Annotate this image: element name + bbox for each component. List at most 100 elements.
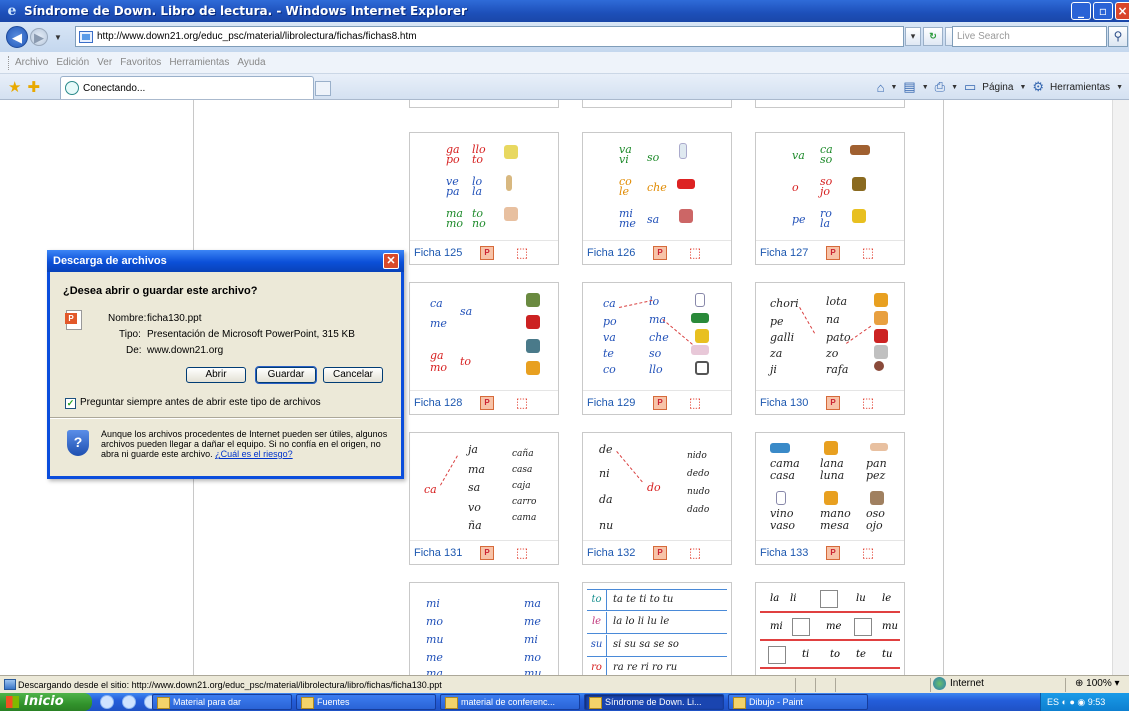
card-label[interactable]: Ficha 131 [414,547,480,559]
card-label[interactable]: Ficha 127 [760,247,826,259]
tray-icons[interactable]: ◐ ● ◉ [1062,697,1088,707]
card-ficha-136[interactable]: la li lu le mi me mu ti to te tu [755,582,905,675]
card-image[interactable]: cama casa lana luna pan pez vino vaso ma… [756,433,904,540]
menu-ayuda[interactable]: Ayuda [237,57,265,68]
card-label[interactable]: Ficha 125 [414,247,480,259]
pdf-download-icon[interactable]: ⬚ [514,545,530,561]
search-button[interactable]: ⚲ [1108,26,1128,47]
card-image[interactable]: chori pe galli za ji lota na pato zo raf… [756,283,904,390]
card-label[interactable]: Ficha 132 [587,547,653,559]
pdf-download-icon[interactable]: ⬚ [514,395,530,411]
card-label[interactable]: Ficha 133 [760,547,826,559]
print-dropdown-icon[interactable]: ▼ [951,84,958,91]
pdf-download-icon[interactable]: ⬚ [860,545,876,561]
menu-edicion[interactable]: Edición [56,57,89,68]
pdf-download-icon[interactable]: ⬚ [687,245,703,261]
address-url[interactable]: http://www.down21.org/educ_psc/material/… [97,31,417,42]
taskbar-item-ie[interactable]: Síndrome de Down. Li... [584,694,724,710]
menu-favoritos[interactable]: Favoritos [120,57,161,68]
card-ficha-129[interactable]: ca po va te co lo ma che so llo Ficha 12… [582,282,732,415]
ppt-download-icon[interactable]: P [480,545,494,560]
window-title-bar[interactable]: e Síndrome de Down. Libro de lectura. - … [0,0,1129,22]
tools-dropdown-icon[interactable]: ▼ [1116,84,1123,91]
add-favorites-icon[interactable]: ✚ [27,78,40,96]
print-icon[interactable]: ⎙ [935,79,945,95]
feeds-dropdown-icon[interactable]: ▼ [922,84,929,91]
ppt-download-icon[interactable]: P [826,545,840,560]
save-button[interactable]: Guardar [255,366,317,384]
address-dropdown-button[interactable]: ▾ [905,27,921,46]
start-button[interactable]: Inicio [0,693,92,711]
card-image[interactable]: ca po va te co lo ma che so llo [583,283,731,390]
security-zone[interactable]: Internet [933,677,984,690]
open-button[interactable]: Abrir [186,367,246,383]
taskbar-item-paint[interactable]: Dibujo - Paint [728,694,868,710]
cancel-button[interactable]: Cancelar [323,367,383,383]
forward-button[interactable]: ▶ [30,28,48,46]
dialog-title[interactable]: Descarga de archivos [47,250,404,272]
tab-current[interactable]: Conectando... [60,76,331,99]
search-input[interactable]: Live Search [952,26,1107,47]
ppt-download-icon[interactable]: P [653,545,667,560]
ppt-download-icon[interactable]: P [826,395,840,410]
desktop-quicklaunch-icon[interactable] [122,695,136,709]
pdf-download-icon[interactable]: ⬚ [860,395,876,411]
taskbar-item-fuentes[interactable]: Fuentes [296,694,436,710]
card-ficha-125[interactable]: ga po llo to ve pa lo la ma mo to no Fic… [409,132,559,265]
address-field[interactable]: http://www.down21.org/educ_psc/material/… [75,26,904,47]
card-ficha-131[interactable]: ja ma sa vo ña ca caña casa caja carro c… [409,432,559,565]
refresh-button[interactable]: ↻ [923,27,943,46]
menu-herramientas[interactable]: Herramientas [169,57,229,68]
answer-box[interactable] [820,590,838,608]
zoom-level[interactable]: ⊕ 100% ▾ [1075,678,1120,689]
ppt-download-icon[interactable]: P [826,245,840,260]
page-menu[interactable]: Página [982,82,1013,93]
pdf-download-icon[interactable]: ⬚ [687,395,703,411]
card-ficha-127[interactable]: va ca so o so jo pe ro la Ficha 127 P ⬚ [755,132,905,265]
ie-quicklaunch-icon[interactable] [100,695,114,709]
close-window-button[interactable]: × [1115,2,1129,20]
ppt-download-icon[interactable]: P [653,395,667,410]
card-ficha-135[interactable]: to ta te ti to tu le la lo li lu le su s… [582,582,732,675]
card-ficha-134[interactable]: mi mo mu me ma ma me mi mo mu [409,582,559,675]
pdf-download-icon[interactable]: ⬚ [514,245,530,261]
vertical-scrollbar[interactable] [1112,100,1129,675]
always-ask-checkbox[interactable]: ✓ [65,398,76,409]
card-label[interactable]: Ficha 128 [414,397,480,409]
menu-ver[interactable]: Ver [97,57,112,68]
answer-box[interactable] [792,618,810,636]
home-dropdown-icon[interactable]: ▼ [890,84,897,91]
card-ficha-128[interactable]: ca sa me ga to mo Ficha 128 P ⬚ [409,282,559,415]
card-label[interactable]: Ficha 126 [587,247,653,259]
answer-box[interactable] [768,646,786,664]
card-image[interactable]: ca sa me ga to mo [410,283,558,390]
new-tab-button[interactable] [315,81,331,96]
language-indicator[interactable]: ES [1047,697,1059,707]
taskbar-item-material[interactable]: Material para dar [152,694,292,710]
always-ask-label[interactable]: Preguntar siempre antes de abrir este ti… [80,397,321,408]
card-label[interactable]: Ficha 129 [587,397,653,409]
card-image[interactable]: va vi so co le che mi me sa [583,133,731,240]
ppt-download-icon[interactable]: P [653,245,667,260]
risk-link[interactable]: ¿Cuál es el riesgo? [215,449,293,459]
recent-pages-dropdown-icon[interactable]: ▼ [54,33,62,42]
card-ficha-126[interactable]: va vi so co le che mi me sa Ficha 126 P … [582,132,732,265]
card-image[interactable]: de ni da nu do nido dedo nudo dado [583,433,731,540]
dialog-close-button[interactable]: ✕ [383,253,399,269]
ppt-download-icon[interactable]: P [480,245,494,260]
minimize-button[interactable]: _ [1071,2,1091,20]
favorites-star-icon[interactable]: ★ [8,78,21,96]
card-ficha-133[interactable]: cama casa lana luna pan pez vino vaso ma… [755,432,905,565]
card-ficha-130[interactable]: chori pe galli za ji lota na pato zo raf… [755,282,905,415]
menu-archivo[interactable]: Archivo [15,57,48,68]
home-icon[interactable]: ⌂ [877,80,885,95]
tools-menu[interactable]: Herramientas [1050,82,1110,93]
taskbar-item-word[interactable]: material de conferenc... [440,694,580,710]
ppt-download-icon[interactable]: P [480,395,494,410]
card-label[interactable]: Ficha 130 [760,397,826,409]
card-ficha-132[interactable]: de ni da nu do nido dedo nudo dado Ficha… [582,432,732,565]
page-dropdown-icon[interactable]: ▼ [1019,84,1026,91]
pdf-download-icon[interactable]: ⬚ [860,245,876,261]
card-image[interactable]: ga po llo to ve pa lo la ma mo to no [410,133,558,240]
back-button[interactable]: ◀ [6,26,28,48]
